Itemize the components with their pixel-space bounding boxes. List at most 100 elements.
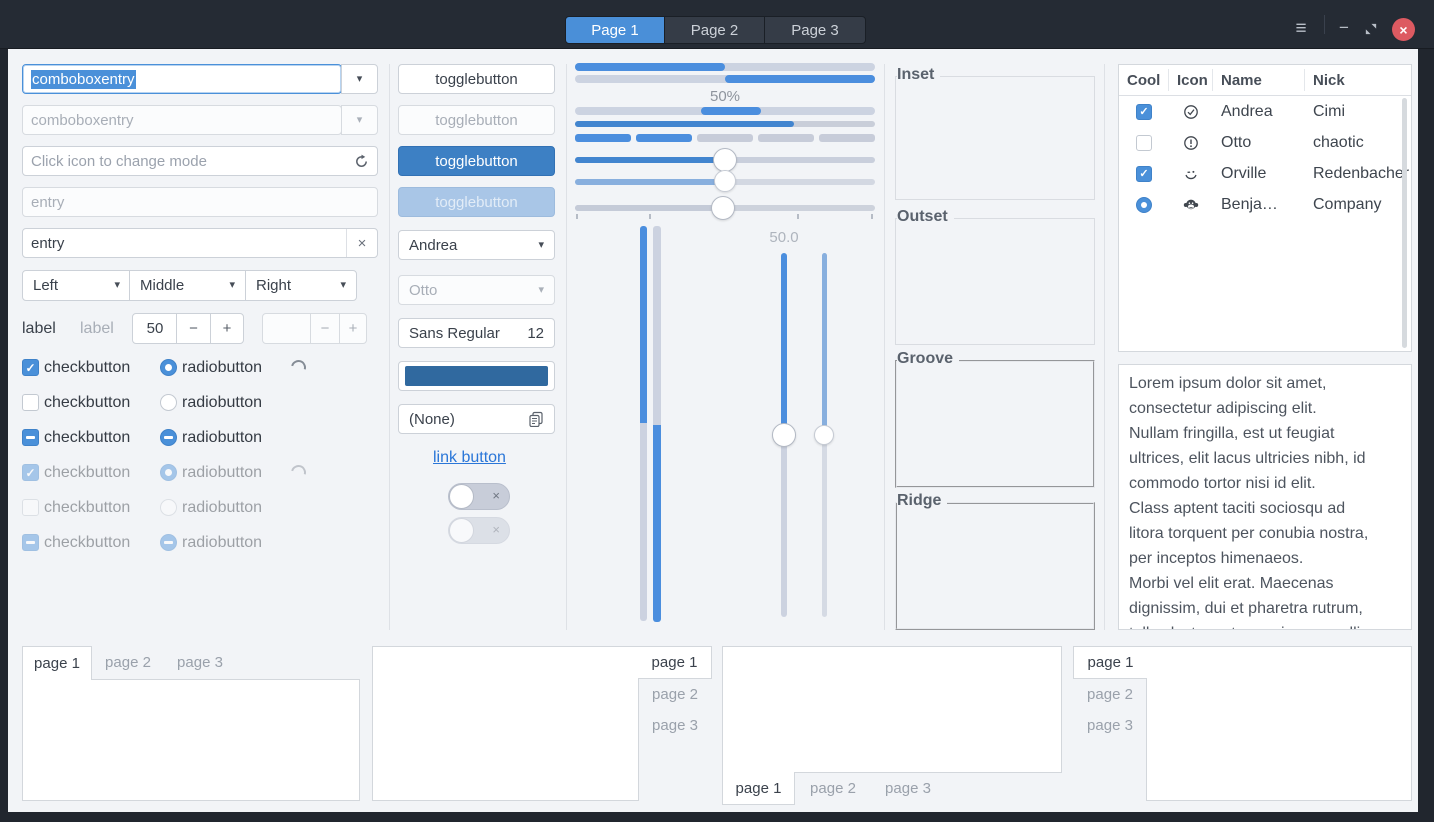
tree-cell-name: Andrea bbox=[1221, 102, 1273, 120]
tree-radio-selected[interactable] bbox=[1136, 196, 1152, 213]
link-button[interactable]: link button bbox=[433, 449, 506, 467]
hscale-marks-handle[interactable] bbox=[711, 196, 735, 220]
entry-disabled-placeholder: entry bbox=[31, 193, 65, 211]
tree-row[interactable]: Benja… Company bbox=[1119, 189, 1411, 220]
font-button[interactable]: Sans Regular 12 bbox=[398, 318, 555, 348]
notebook-left-tab-page2[interactable]: page 2 bbox=[1073, 679, 1147, 710]
notebook-right-tab-page3[interactable]: page 3 bbox=[638, 710, 712, 741]
tree-row[interactable]: Otto chaotic bbox=[1119, 127, 1411, 158]
vscale-handle[interactable] bbox=[772, 423, 796, 447]
radio-indeterminate[interactable] bbox=[160, 429, 177, 446]
minimize-button[interactable]: − bbox=[1334, 17, 1354, 39]
notebook-top-tab-page2[interactable]: page 2 bbox=[92, 646, 164, 679]
hscale-handle[interactable] bbox=[713, 148, 737, 172]
tree-header-icon[interactable]: Icon bbox=[1169, 69, 1213, 91]
tree-header-cool[interactable]: Cool bbox=[1119, 69, 1169, 91]
combobox-left[interactable]: Left ▾ bbox=[22, 270, 131, 301]
tab-page-1[interactable]: Page 1 bbox=[565, 16, 665, 44]
tree-header-nick[interactable]: Nick bbox=[1305, 69, 1411, 91]
refresh-icon[interactable] bbox=[354, 154, 369, 169]
vprogress-fill bbox=[640, 226, 647, 423]
radiobutton-label: radiobutton bbox=[182, 359, 263, 376]
switch-knob bbox=[449, 484, 474, 509]
switch-off-icon: × bbox=[492, 522, 500, 537]
notebook-bottom-tab-page3[interactable]: page 3 bbox=[871, 772, 945, 805]
tree-row[interactable]: ✓ Orville Redenbacher bbox=[1119, 158, 1411, 189]
color-button[interactable] bbox=[398, 361, 555, 391]
progressbar-pulse bbox=[575, 107, 875, 115]
tree-row[interactable]: ✓ Andrea Cimi bbox=[1119, 96, 1411, 127]
check-radio-row-disabled: ✓ checkbutton radiobutton bbox=[22, 461, 342, 485]
tree-cell-nick: Cimi bbox=[1313, 102, 1345, 120]
entry-disabled: entry bbox=[22, 187, 378, 217]
file-chooser-button[interactable]: (None) bbox=[398, 404, 555, 434]
radio-unselected[interactable] bbox=[160, 394, 177, 411]
checkbutton-label: checkbutton bbox=[44, 394, 131, 411]
entry[interactable]: entry × bbox=[22, 228, 378, 258]
tree-checkbox-unchecked[interactable] bbox=[1136, 134, 1152, 151]
tab-page-3[interactable]: Page 3 bbox=[764, 16, 866, 44]
hscale-fill bbox=[575, 157, 725, 163]
check-radio-row-disabled: checkbutton radiobutton bbox=[22, 496, 342, 520]
radio-selected[interactable] bbox=[160, 359, 177, 376]
notebook-bottom-tab-page2[interactable]: page 2 bbox=[796, 772, 870, 805]
frame-label-groove: Groove bbox=[897, 350, 960, 368]
vscale-trough bbox=[822, 435, 827, 617]
checkbutton-label: checkbutton bbox=[44, 359, 131, 376]
combobox-left-value: Left bbox=[33, 277, 59, 294]
pulse-block bbox=[701, 107, 761, 115]
levelbar-continuous bbox=[575, 121, 875, 127]
combobox-andrea[interactable]: Andrea ▾ bbox=[398, 230, 555, 260]
spinbutton-minus-button[interactable]: − bbox=[176, 313, 211, 344]
textview[interactable]: Lorem ipsum dolor sit amet, consectetur … bbox=[1118, 364, 1412, 630]
comboboxentry-dropdown-button[interactable]: ▾ bbox=[341, 64, 378, 94]
close-button[interactable]: × bbox=[1392, 18, 1415, 41]
wink-face-icon bbox=[1183, 166, 1199, 182]
comboboxentry-input[interactable]: comboboxentry bbox=[22, 64, 342, 94]
comboboxentry-disabled-dropdown-button: ▾ bbox=[341, 105, 378, 135]
levelbar-fill bbox=[575, 121, 794, 127]
chevron-down-icon: ▾ bbox=[538, 238, 544, 251]
combobox-middle[interactable]: Middle ▾ bbox=[129, 270, 246, 301]
combobox-right[interactable]: Right ▾ bbox=[245, 270, 357, 301]
restore-button[interactable] bbox=[1364, 22, 1378, 36]
tree-checkbox-checked[interactable]: ✓ bbox=[1136, 103, 1152, 120]
vscale-disabled-handle bbox=[814, 425, 834, 445]
tree-scrollbar[interactable] bbox=[1402, 98, 1407, 348]
checkbox-unchecked[interactable] bbox=[22, 394, 39, 411]
spinbutton-value[interactable]: 50 bbox=[132, 313, 178, 344]
color-swatch bbox=[405, 366, 548, 386]
checkbox-checked[interactable]: ✓ bbox=[22, 359, 39, 376]
treeview: Cool Icon Name Nick ✓ Andrea Cimi Otto c… bbox=[1118, 64, 1412, 352]
chevron-down-icon: ▾ bbox=[538, 283, 544, 296]
chevron-down-icon: ▾ bbox=[356, 113, 363, 126]
level-block-on bbox=[636, 134, 692, 142]
tree-checkbox-checked[interactable]: ✓ bbox=[1136, 165, 1152, 182]
notebook-top-tab-page3[interactable]: page 3 bbox=[164, 646, 236, 679]
chevron-down-icon: ▾ bbox=[340, 279, 346, 291]
checkbutton-label: checkbutton bbox=[44, 499, 131, 516]
clear-icon[interactable]: × bbox=[346, 229, 377, 257]
checkbox-indeterminate[interactable] bbox=[22, 429, 39, 446]
notebook-left-tab-page3[interactable]: page 3 bbox=[1073, 710, 1147, 741]
notebook-bottom-tab-page1[interactable]: page 1 bbox=[722, 772, 795, 805]
togglebutton-active[interactable]: togglebutton bbox=[398, 146, 555, 176]
notebook-left-content bbox=[1146, 646, 1412, 801]
tree-cell-nick: Redenbacher bbox=[1313, 164, 1410, 182]
notebook-top-tab-page1[interactable]: page 1 bbox=[22, 646, 92, 680]
togglebutton[interactable]: togglebutton bbox=[398, 64, 555, 94]
menu-icon[interactable]: ≡ bbox=[1288, 18, 1314, 40]
spinbutton-plus-button[interactable]: + bbox=[210, 313, 244, 344]
vscale-value-label: 50.0 bbox=[769, 229, 799, 246]
tree-header-name[interactable]: Name bbox=[1213, 69, 1305, 91]
notebook-right-tab-page2[interactable]: page 2 bbox=[638, 679, 712, 710]
frame-outset bbox=[895, 218, 1095, 345]
switch-off[interactable]: × bbox=[448, 483, 510, 510]
tab-page-2[interactable]: Page 2 bbox=[664, 16, 765, 44]
mode-entry[interactable]: Click icon to change mode bbox=[22, 146, 378, 176]
column-separator bbox=[1104, 64, 1105, 630]
togglebutton-active-disabled: togglebutton bbox=[398, 187, 555, 217]
notebook-left-tab-page1[interactable]: page 1 bbox=[1073, 646, 1147, 679]
textview-content: Lorem ipsum dolor sit amet, consectetur … bbox=[1129, 375, 1369, 629]
notebook-right-tab-page1[interactable]: page 1 bbox=[638, 646, 712, 679]
